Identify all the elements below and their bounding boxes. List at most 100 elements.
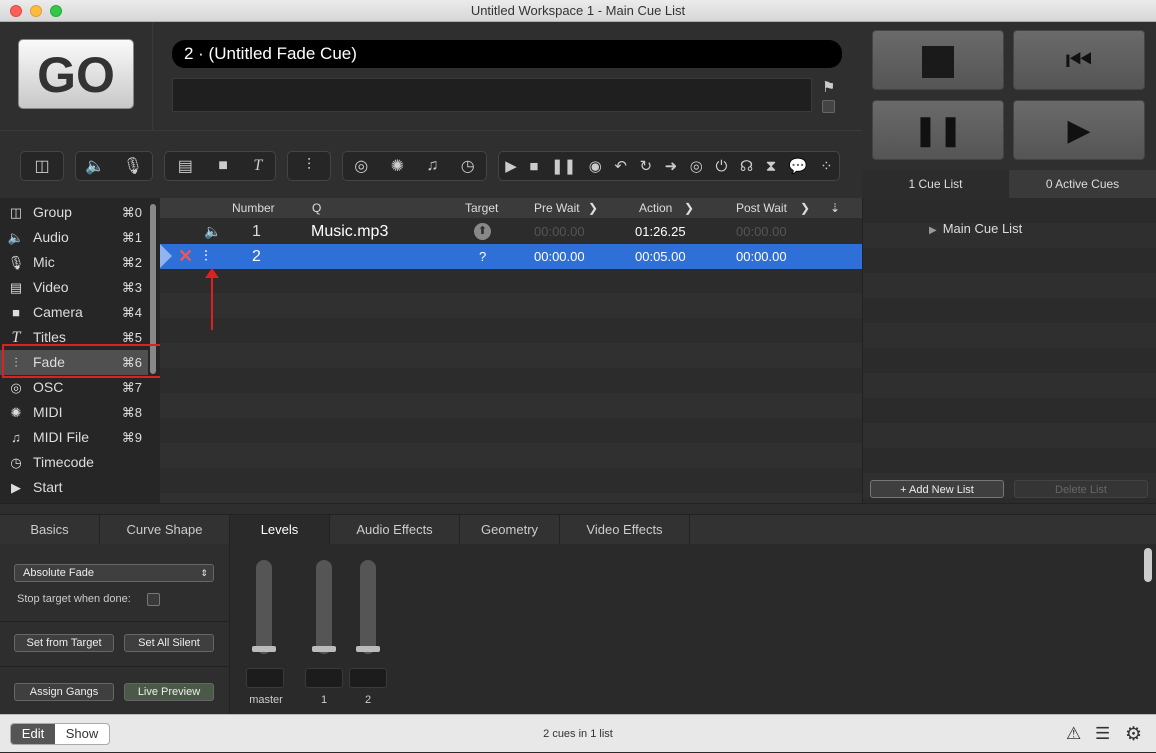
tab-basics[interactable]: Basics bbox=[0, 515, 100, 545]
col-post-wait[interactable]: Post Wait bbox=[736, 201, 787, 215]
wait-cue-icon[interactable]: ⧗ bbox=[766, 158, 777, 175]
fader-master[interactable] bbox=[252, 560, 276, 654]
sidebar-item-osc[interactable]: ◎ OSC ⌘7 bbox=[0, 375, 148, 400]
list-icon[interactable]: ☰ bbox=[1095, 724, 1110, 744]
target-upload-icon[interactable]: ⬆ bbox=[474, 223, 491, 240]
play-icon: ▶ bbox=[1067, 114, 1091, 147]
sidebar-item-timecode[interactable]: ◷ Timecode bbox=[0, 450, 148, 475]
col-target[interactable]: Target bbox=[465, 201, 498, 215]
fader-knob[interactable] bbox=[356, 646, 380, 652]
pause-all-button[interactable]: ❚❚ bbox=[872, 100, 1004, 160]
add-new-list-button[interactable]: + Add New List bbox=[870, 480, 1004, 498]
col-number[interactable]: Number bbox=[232, 201, 275, 215]
sidebar-item-midi[interactable]: ✺ MIDI ⌘8 bbox=[0, 400, 148, 425]
sidebar-item-midi-file[interactable]: ♫ MIDI File ⌘9 bbox=[0, 425, 148, 450]
gear-icon[interactable]: ⚙ bbox=[1125, 723, 1142, 746]
audio-cue-icon[interactable]: 🔈 bbox=[85, 156, 105, 176]
tab-video-effects[interactable]: Video Effects bbox=[560, 515, 690, 545]
set-all-silent-button[interactable]: Set All Silent bbox=[124, 634, 214, 652]
sidebar-item-start[interactable]: ▶ Start bbox=[0, 475, 148, 500]
delete-list-button[interactable]: Delete List bbox=[1014, 480, 1148, 498]
fader-knob[interactable] bbox=[312, 646, 336, 652]
warning-icon[interactable]: ⚠ bbox=[1066, 724, 1081, 744]
col-action[interactable]: Action bbox=[639, 201, 672, 215]
sidebar-item-video[interactable]: ▤ Video ⌘3 bbox=[0, 275, 148, 300]
col-pre-wait[interactable]: Pre Wait bbox=[534, 201, 580, 215]
list-stripes bbox=[863, 198, 1156, 503]
goto-cue-icon[interactable]: ➜ bbox=[665, 157, 678, 175]
sidebar-item-audio[interactable]: 🔈 Audio ⌘1 bbox=[0, 225, 148, 250]
pre-wait[interactable]: 00:00.00 bbox=[534, 244, 585, 269]
zoom-window-button[interactable] bbox=[50, 5, 62, 17]
list-item[interactable]: ▶ Main Cue List bbox=[929, 221, 1022, 236]
cue-number[interactable]: 2 bbox=[252, 244, 261, 269]
memo-cue-icon[interactable]: 💬 bbox=[789, 157, 808, 175]
panel-splitter[interactable] bbox=[0, 503, 1156, 514]
fade-cue-icon[interactable]: ⫶ bbox=[307, 157, 311, 175]
fader-2[interactable] bbox=[356, 560, 380, 654]
sidebar-item-mic[interactable]: 🎙 Mic ⌘2 bbox=[0, 250, 148, 275]
devamp-cue-icon[interactable]: ↻ bbox=[640, 157, 653, 175]
action-duration[interactable]: 01:26.25 bbox=[635, 219, 686, 244]
fader-value-1[interactable] bbox=[305, 668, 343, 688]
stop-all-button[interactable] bbox=[872, 30, 1004, 90]
previous-button[interactable]: ⏮ bbox=[1013, 30, 1145, 90]
col-q[interactable]: Q bbox=[312, 201, 321, 215]
post-wait[interactable]: 00:00.00 bbox=[736, 219, 787, 244]
tab-audio-effects[interactable]: Audio Effects bbox=[330, 515, 460, 545]
close-window-button[interactable] bbox=[10, 5, 22, 17]
sidebar-item-group[interactable]: ◫ Group ⌘0 bbox=[0, 200, 148, 225]
osc-cue-icon[interactable]: ◎ bbox=[354, 156, 368, 176]
load-cue-icon[interactable]: ◉ bbox=[589, 157, 602, 175]
table-row[interactable]: 🔈 1 Music.mp3 ⬆ 00:00.00 01:26.25 00:00.… bbox=[160, 219, 862, 244]
tab-cue-lists[interactable]: 1 Cue List bbox=[862, 170, 1009, 198]
cue-name[interactable]: Music.mp3 bbox=[311, 219, 388, 244]
tab-geometry[interactable]: Geometry bbox=[460, 515, 560, 545]
cue-notes-field[interactable] bbox=[172, 78, 812, 112]
disarm-cue-icon[interactable]: ☊ bbox=[740, 157, 753, 175]
disclosure-triangle-icon[interactable]: ▶ bbox=[929, 225, 937, 236]
tab-levels[interactable]: Levels bbox=[230, 515, 330, 545]
timecode-cue-icon[interactable]: ◷ bbox=[461, 156, 475, 176]
action-duration[interactable]: 00:05.00 bbox=[635, 244, 686, 269]
group-cue-icon[interactable]: ◫ bbox=[34, 156, 49, 176]
fader-value-master[interactable] bbox=[246, 668, 284, 688]
pause-cue-icon[interactable]: ❚❚ bbox=[551, 157, 576, 175]
tab-curve-shape[interactable]: Curve Shape bbox=[100, 515, 230, 545]
camera-cue-icon[interactable]: ■ bbox=[218, 157, 228, 175]
continue-mode-icon[interactable]: ⇣ bbox=[830, 201, 840, 215]
reset-cue-icon[interactable]: ↶ bbox=[614, 157, 627, 175]
fader-value-2[interactable] bbox=[349, 668, 387, 688]
flag-icon[interactable]: ⚑ bbox=[822, 78, 835, 96]
flag-checkbox[interactable] bbox=[822, 100, 835, 113]
fader-knob[interactable] bbox=[252, 646, 276, 652]
inspector-scrollbar[interactable] bbox=[1144, 548, 1152, 582]
midi-cue-icon[interactable]: ✺ bbox=[391, 156, 404, 176]
live-preview-button[interactable]: Live Preview bbox=[124, 683, 214, 701]
set-from-target-button[interactable]: Set from Target bbox=[14, 634, 114, 652]
stop-cue-icon[interactable]: ■ bbox=[529, 158, 538, 175]
table-row-selected[interactable]: ✕ ⫶ 2 ? 00:00.00 00:05.00 00:00.00 bbox=[160, 244, 862, 269]
start-cue-icon[interactable]: ▶ bbox=[505, 157, 517, 175]
assign-gangs-button[interactable]: Assign Gangs bbox=[14, 683, 114, 701]
mic-cue-icon[interactable]: 🎙 bbox=[123, 156, 143, 176]
resume-all-button[interactable]: ▶ bbox=[1013, 100, 1145, 160]
minimize-window-button[interactable] bbox=[30, 5, 42, 17]
titles-cue-icon[interactable]: T bbox=[253, 157, 262, 175]
fader-1[interactable] bbox=[312, 560, 336, 654]
stop-target-checkbox[interactable] bbox=[147, 593, 160, 606]
tab-active-cues[interactable]: 0 Active Cues bbox=[1009, 170, 1156, 198]
arm-cue-icon[interactable]: ⏻ bbox=[715, 158, 727, 175]
target-cue-icon[interactable]: ◎ bbox=[690, 157, 703, 175]
group-icon: ◫ bbox=[9, 205, 23, 220]
go-button[interactable]: GO bbox=[18, 39, 134, 109]
script-cue-icon[interactable]: ⁘ bbox=[820, 157, 833, 175]
fade-mode-select[interactable]: Absolute Fade ⇕ bbox=[14, 564, 214, 582]
cue-number[interactable]: 1 bbox=[252, 219, 261, 244]
midi-file-cue-icon[interactable]: ♫ bbox=[426, 157, 438, 175]
pre-wait[interactable]: 00:00.00 bbox=[534, 219, 585, 244]
post-wait[interactable]: 00:00.00 bbox=[736, 244, 787, 269]
sidebar-item-camera[interactable]: ■ Camera ⌘4 bbox=[0, 300, 148, 325]
cue-target[interactable]: ? bbox=[479, 244, 486, 269]
video-cue-icon[interactable]: ▤ bbox=[178, 156, 193, 176]
